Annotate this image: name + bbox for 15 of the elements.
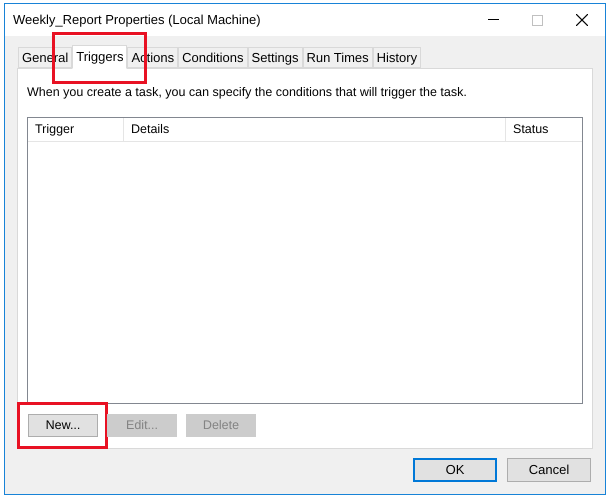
close-icon[interactable] [576, 14, 588, 26]
dialog-button[interactable]: OK [413, 458, 497, 482]
minimize-icon[interactable] [488, 19, 499, 21]
tab[interactable]: History [372, 47, 422, 68]
column-header[interactable]: Details [124, 118, 506, 141]
dialog-button[interactable]: Cancel [507, 458, 591, 482]
tab[interactable]: Settings [248, 47, 303, 68]
tab[interactable]: Run Times [302, 47, 373, 68]
tab[interactable]: Conditions [178, 47, 248, 68]
column-header[interactable]: Trigger [28, 118, 124, 141]
action-button[interactable]: New... [28, 414, 98, 437]
column-header[interactable]: Status [506, 118, 582, 141]
tab[interactable]: Triggers [72, 45, 128, 69]
description-text: When you create a task, you can specify the conditions that will trigger the task. [27, 84, 468, 101]
window-title: Weekly_Report Properties (Local Machine) [13, 11, 262, 30]
